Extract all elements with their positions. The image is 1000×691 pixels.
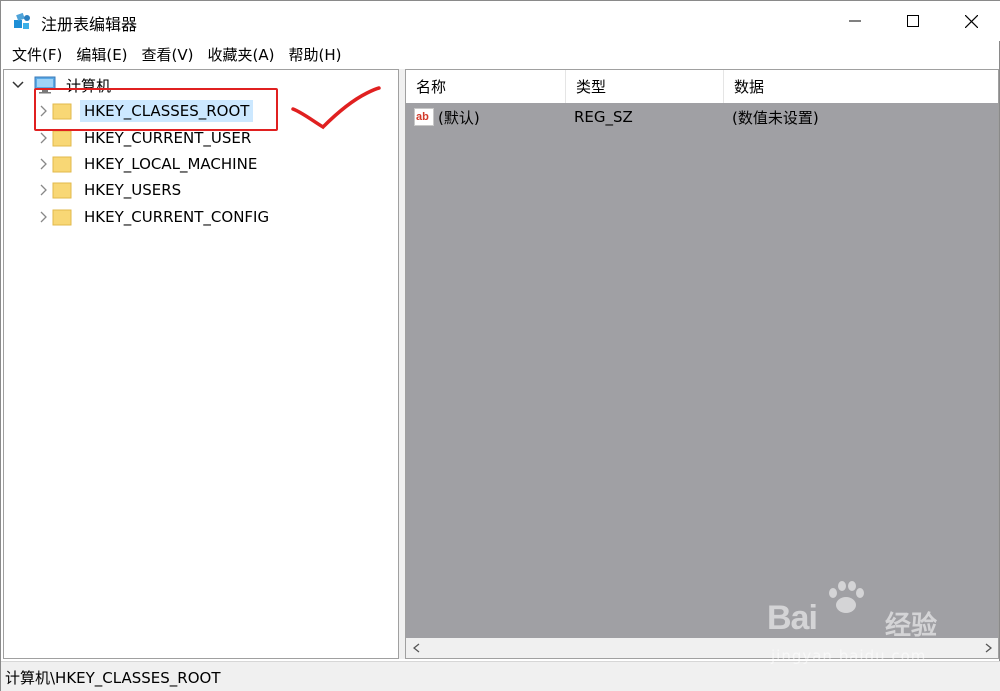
annotation-highlight-box: [34, 88, 278, 131]
minimize-icon: [849, 20, 861, 22]
folder-icon: [52, 182, 72, 199]
folder-icon: [52, 130, 72, 147]
watermark-brand-cn: 经验: [885, 611, 938, 641]
tree-item-hkey-users[interactable]: HKEY_USERS: [36, 177, 185, 203]
status-path: 计算机\HKEY_CLASSES_ROOT: [5, 668, 221, 687]
maximize-icon: [907, 15, 919, 27]
checkmark-annotation-icon: [291, 86, 381, 130]
paw-logo-icon: [829, 581, 864, 613]
scroll-left-icon[interactable]: [406, 638, 426, 658]
column-header-name[interactable]: 名称: [406, 70, 566, 103]
menu-view[interactable]: 查看(V): [135, 42, 201, 67]
chevron-right-icon[interactable]: [36, 209, 52, 225]
registry-editor-icon: [14, 12, 30, 29]
tree-item-label: HKEY_CURRENT_CONFIG: [84, 208, 270, 226]
folder-icon: [52, 209, 72, 226]
value-type: REG_SZ: [574, 108, 633, 126]
minimize-button[interactable]: [826, 1, 884, 41]
svg-text:ab: ab: [416, 111, 429, 123]
tree-item-hkey-local-machine[interactable]: HKEY_LOCAL_MACHINE: [36, 151, 261, 177]
value-name: (默认): [438, 108, 480, 127]
menu-help[interactable]: 帮助(H): [281, 42, 348, 67]
value-data: (数值未设置): [732, 108, 819, 127]
watermark-brand: Bai: [767, 599, 818, 637]
tree-item-hkey-current-config[interactable]: HKEY_CURRENT_CONFIG: [36, 204, 273, 230]
close-button[interactable]: [942, 1, 1000, 41]
column-header-data[interactable]: 数据: [724, 70, 998, 103]
watermark-url: jingyan.baidu.com: [771, 647, 927, 665]
column-header-type[interactable]: 类型: [566, 70, 724, 103]
chevron-right-icon[interactable]: [36, 130, 52, 146]
key-tree-pane[interactable]: 计算机 HKEY_CLASSES_ROOT HKEY_CURRENT_USER …: [3, 69, 399, 659]
chevron-right-icon[interactable]: [36, 156, 52, 172]
value-name-cell: ab (默认): [406, 107, 566, 128]
close-icon: [964, 14, 978, 28]
tree-item-label: HKEY_LOCAL_MACHINE: [84, 155, 258, 173]
values-list-pane[interactable]: 名称 类型 数据 ab (默认) REG_SZ (数值未设置): [405, 69, 999, 659]
chevron-down-icon[interactable]: [10, 77, 26, 93]
window-title: 注册表编辑器: [41, 15, 138, 34]
menu-file[interactable]: 文件(F): [5, 42, 69, 67]
menu-favorites[interactable]: 收藏夹(A): [201, 42, 282, 67]
menu-bar: 文件(F) 编辑(E) 查看(V) 收藏夹(A) 帮助(H): [1, 41, 1000, 67]
baidu-jingyan-watermark: Bai 经验 jingyan.baidu.com: [767, 581, 967, 671]
folder-icon: [52, 156, 72, 173]
string-value-icon: ab: [414, 108, 434, 126]
title-bar[interactable]: 注册表编辑器: [1, 1, 1000, 41]
list-header: 名称 类型 数据: [406, 70, 998, 103]
registry-editor-window: 注册表编辑器 文件(F) 编辑(E) 查看(V) 收藏夹(A) 帮助(H) 计算…: [0, 0, 1000, 691]
menu-edit[interactable]: 编辑(E): [69, 42, 134, 67]
chevron-right-icon[interactable]: [36, 182, 52, 198]
list-item[interactable]: ab (默认) REG_SZ (数值未设置): [406, 104, 998, 130]
tree-item-label: HKEY_USERS: [84, 181, 182, 199]
scroll-right-icon[interactable]: [978, 638, 998, 658]
maximize-button[interactable]: [884, 1, 942, 41]
